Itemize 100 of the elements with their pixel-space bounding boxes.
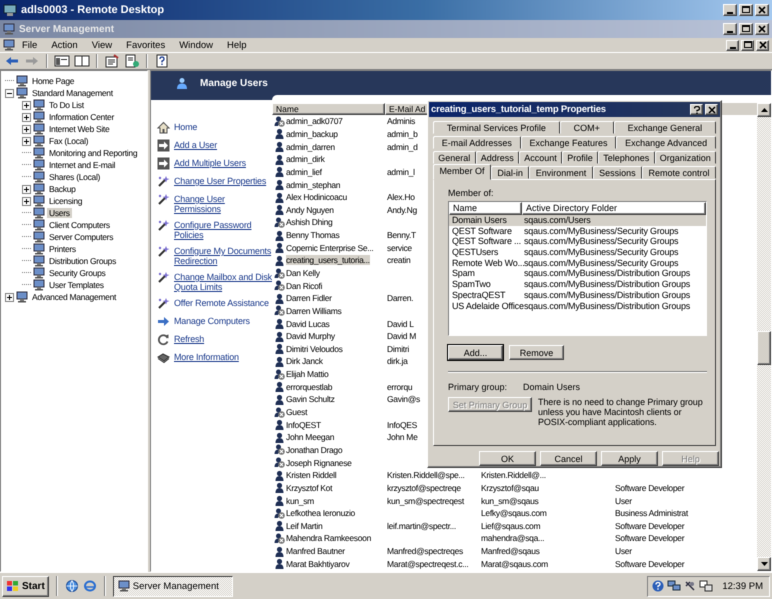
close-button[interactable] bbox=[705, 104, 718, 115]
task-link[interactable]: Configure My Documents Redirection bbox=[174, 246, 272, 266]
flag-icon[interactable] bbox=[6, 580, 20, 592]
scroll-thumb[interactable] bbox=[757, 331, 771, 365]
list-row[interactable]: US Adelaide Officesqaus.com/MyBusiness/Distribution Groups bbox=[449, 300, 706, 312]
user-name[interactable]: Marat Bakhtiyarov bbox=[286, 558, 350, 569]
tree-item[interactable]: To Do List bbox=[47, 100, 86, 110]
menu-item[interactable]: Action bbox=[44, 40, 85, 50]
expand-toggle[interactable] bbox=[22, 124, 31, 134]
user-name[interactable]: Benny Thomas bbox=[286, 230, 340, 240]
user-name[interactable]: Leif Martin bbox=[286, 520, 322, 531]
user-name[interactable]: Gavin Schultz bbox=[286, 394, 335, 404]
user-name[interactable]: admin_backup bbox=[286, 128, 338, 139]
task-link[interactable]: Add Multiple Users bbox=[174, 158, 246, 168]
help-icon[interactable] bbox=[154, 54, 170, 68]
scroll-down-icon[interactable] bbox=[760, 562, 768, 566]
tab[interactable]: Profile bbox=[562, 151, 598, 164]
user-name[interactable]: Alex Hodinicoacu bbox=[286, 192, 347, 202]
help-icon[interactable] bbox=[652, 580, 664, 592]
tree-item[interactable]: Shares (Local) bbox=[47, 172, 102, 182]
expand-toggle[interactable] bbox=[22, 136, 31, 146]
expand-toggle[interactable] bbox=[22, 100, 31, 110]
back-icon[interactable] bbox=[4, 54, 20, 68]
user-name[interactable]: Mahendra Ramkeesoon bbox=[286, 533, 372, 544]
tab[interactable]: Organization bbox=[654, 151, 716, 164]
user-name[interactable]: errorquestlab bbox=[286, 382, 332, 392]
user-name[interactable]: John Meegan bbox=[286, 432, 334, 442]
tree-item[interactable]: Fax (Local) bbox=[47, 136, 90, 146]
question-icon[interactable] bbox=[694, 106, 700, 114]
user-name[interactable]: Kristen Riddell bbox=[286, 470, 336, 480]
scrollbar[interactable] bbox=[757, 103, 771, 571]
column-header[interactable]: Name bbox=[272, 103, 385, 115]
user-name[interactable]: Lefkothea Ieronuzio bbox=[286, 508, 355, 518]
export-icon[interactable] bbox=[124, 54, 140, 68]
list-row[interactable]: QESTUsers sqaus.com/MyBusiness/Security Groups bbox=[449, 247, 706, 258]
tab[interactable]: Terminal Services Profile bbox=[433, 121, 560, 134]
tree-item[interactable]: Security Groups bbox=[47, 268, 108, 278]
tab[interactable]: Exchange Advanced bbox=[616, 136, 716, 149]
tab[interactable]: E-mail Addresses bbox=[433, 136, 521, 149]
column-header[interactable]: Active Directory Folder bbox=[522, 202, 706, 215]
tree-item[interactable]: Advanced Management bbox=[30, 292, 118, 302]
list-row[interactable]: QEST Software sqaus.com/MyBusiness/Security Groups bbox=[449, 226, 706, 236]
user-name[interactable]: admin_stephan bbox=[286, 180, 340, 190]
tree-item[interactable]: Server Computers bbox=[47, 232, 116, 242]
user-name[interactable]: admin_darren bbox=[286, 142, 335, 152]
help-button[interactable] bbox=[690, 104, 703, 115]
tree-item[interactable]: Information Center bbox=[47, 112, 116, 122]
tree-item[interactable]: Internet Web Site bbox=[47, 124, 112, 134]
tab[interactable]: Account bbox=[519, 151, 562, 164]
taskbar-button[interactable]: Server Management bbox=[112, 576, 233, 596]
properties-icon[interactable] bbox=[104, 54, 120, 68]
expand-toggle[interactable] bbox=[22, 196, 31, 206]
list-button[interactable]: Remove bbox=[509, 345, 564, 360]
user-name[interactable]: Elijah Mattio bbox=[286, 369, 328, 380]
tab[interactable]: Exchange General bbox=[614, 121, 716, 134]
tab[interactable]: COM+ bbox=[560, 121, 614, 134]
user-name[interactable]: Copernic Enterprise Se... bbox=[286, 242, 374, 253]
menu-item[interactable]: Favorites bbox=[119, 40, 172, 50]
tree-item[interactable]: Distribution Groups bbox=[47, 256, 118, 266]
globe-icon[interactable] bbox=[64, 579, 79, 593]
tree-item[interactable]: Home Page bbox=[30, 76, 76, 86]
tab[interactable]: Remote control bbox=[642, 166, 716, 179]
user-name[interactable]: InfoQEST bbox=[286, 420, 321, 430]
user-name[interactable]: Darren Williams bbox=[286, 306, 342, 316]
task-link[interactable]: Offer Remote Assistance bbox=[174, 298, 269, 308]
network-icon[interactable] bbox=[667, 580, 682, 592]
tray-icon[interactable] bbox=[699, 580, 714, 592]
tab[interactable]: Sessions bbox=[592, 166, 642, 179]
tray-icon[interactable] bbox=[684, 580, 696, 592]
tab[interactable]: Exchange Features bbox=[520, 136, 616, 149]
list-row[interactable]: Spam sqaus.com/MyBusiness/Distribution Groups bbox=[449, 268, 706, 280]
panes-icon[interactable] bbox=[74, 54, 90, 68]
user-name[interactable]: Dimitri Veloudos bbox=[286, 344, 343, 354]
close-icon[interactable] bbox=[708, 106, 716, 114]
list-row[interactable]: Domain Users sqaus.com/Users bbox=[449, 215, 706, 226]
tab[interactable]: Telephones bbox=[598, 151, 654, 164]
user-name[interactable]: Manfred Bautner bbox=[286, 546, 345, 556]
tree-item[interactable]: Monitoring and Reporting bbox=[47, 148, 140, 158]
dialog-button[interactable]: Apply bbox=[601, 451, 658, 466]
user-name[interactable]: Guest bbox=[286, 407, 308, 418]
menu-item[interactable]: File bbox=[15, 40, 44, 50]
expand-toggle[interactable] bbox=[5, 292, 14, 302]
user-name[interactable]: creating_users_tutoria... bbox=[286, 255, 370, 266]
dialog-button[interactable]: OK bbox=[479, 451, 536, 466]
user-name[interactable]: Dan Ricofi bbox=[286, 280, 322, 291]
task-link[interactable]: Change Mailbox and Disk Quota Limits bbox=[174, 272, 272, 292]
list-row[interactable]: SpectraQEST sqaus.com/MyBusiness/Distribution Groups bbox=[449, 290, 706, 300]
tree-item[interactable]: Standard Management bbox=[30, 88, 115, 98]
user-name[interactable]: kun_sm bbox=[286, 496, 314, 506]
column-header[interactable]: E-Mail Ad bbox=[385, 103, 430, 115]
tree-item[interactable]: Users bbox=[47, 208, 72, 218]
task-link[interactable]: Change User Permissions bbox=[174, 194, 272, 214]
user-name[interactable]: Andy Nguyen bbox=[286, 204, 334, 215]
list-button[interactable]: Add... bbox=[448, 345, 503, 360]
task-link[interactable]: Configure Password Policies bbox=[174, 220, 272, 240]
task-link[interactable]: Add a User bbox=[174, 140, 218, 150]
dialog-button[interactable]: Cancel bbox=[540, 451, 597, 466]
user-name[interactable]: Joseph Rignanese bbox=[286, 458, 352, 468]
scroll-up-icon[interactable] bbox=[760, 108, 768, 112]
tab[interactable]: Dial-in bbox=[490, 166, 530, 179]
